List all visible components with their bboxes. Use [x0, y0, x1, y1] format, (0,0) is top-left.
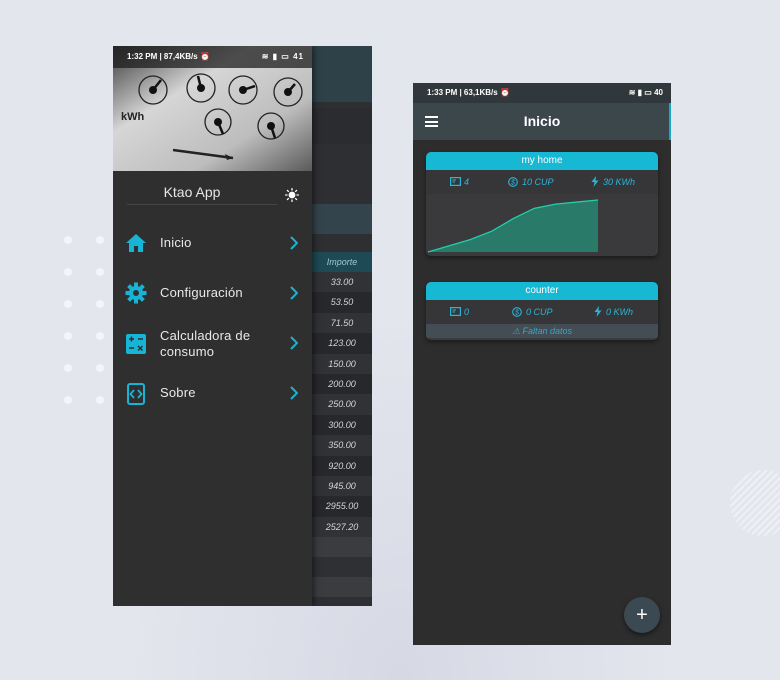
table-cell: 53.50: [312, 292, 372, 313]
status-bar: 1:32 PM | 87,4KB/s ⏰ ≋ ▮ ▭ 41: [113, 46, 312, 68]
card-stats: 0 $ 0 CUP 0 KWh: [426, 300, 658, 324]
meter-icon: [450, 307, 461, 316]
wifi-icon: ≋: [261, 52, 270, 61]
warning-text: Faltan datos: [522, 326, 573, 336]
chevron-right-icon: [290, 386, 298, 400]
meter-card-counter[interactable]: counter 0 $ 0 CUP 0 KWh ⚠ Faltan datos: [426, 282, 658, 340]
chevron-right-icon: [290, 286, 298, 300]
code-icon: [127, 383, 145, 405]
svg-text:$: $: [514, 310, 519, 317]
right-phone-screen: 1:33 PM | 63,1KB/s ⏰ ≋ ▮ ▭ 40 Inicio my …: [413, 83, 671, 645]
app-bar: Inicio: [413, 103, 671, 140]
menu-item-configuracion[interactable]: Configuración: [113, 273, 312, 313]
bolt-icon: [591, 176, 599, 187]
dollar-icon: $: [508, 177, 518, 187]
table-cell: 200.00: [312, 373, 372, 395]
decorative-circle: [730, 470, 780, 536]
gear-icon: [125, 282, 147, 304]
wifi-icon: ≋: [628, 88, 636, 97]
left-phone-screen: Importe 33.00 53.50 71.50 123.00 150.00 200.0…: [113, 46, 372, 606]
menu-item-inicio[interactable]: Inicio: [113, 223, 312, 263]
sun-icon[interactable]: [285, 188, 299, 202]
signal-icon: ▮: [637, 88, 643, 97]
battery-icon: ▭: [281, 52, 290, 61]
signal-icon: ▮: [272, 52, 279, 61]
drawer-header-image: kWh 1:32 PM | 87,4KB/s ⏰ ≋ ▮ ▭ 41: [113, 46, 312, 171]
status-time: 1:32 PM | 87,4KB/s ⏰: [127, 52, 210, 61]
table-header: Importe: [312, 252, 372, 272]
warning-icon: ⚠: [511, 326, 521, 336]
menu-item-label: Sobre: [160, 385, 196, 400]
status-icons: ≋ ▮ ▭ 40: [629, 83, 663, 103]
status-time: 1:33 PM | 63,1KB/s ⏰: [427, 88, 510, 97]
table-row: [312, 557, 372, 578]
consumption-chart: [426, 194, 658, 256]
drawer-divider: [127, 204, 277, 205]
card-stats: 4 $ 10 CUP 30 KWh: [426, 170, 658, 194]
home-icon: [126, 234, 146, 252]
menu-item-sobre[interactable]: Sobre: [113, 373, 312, 413]
table-cell: 945.00: [312, 475, 372, 497]
table-cell: 920.00: [312, 455, 372, 476]
missing-data-warning: ⚠ Faltan datos: [426, 324, 658, 338]
page-title: Inicio: [523, 113, 561, 129]
battery-icon: ▭: [644, 88, 652, 97]
svg-text:$: $: [510, 180, 515, 187]
battery-level: 41: [293, 52, 304, 61]
table-cell: 150.00: [312, 353, 372, 374]
table-cell: 71.50: [312, 312, 372, 334]
menu-item-label: Configuración: [160, 285, 243, 300]
table-cell: 2955.00: [312, 496, 372, 517]
table-cell: 300.00: [312, 414, 372, 436]
dollar-icon: $: [512, 307, 522, 317]
table-cell: 250.00: [312, 394, 372, 415]
status-bar: 1:33 PM | 63,1KB/s ⏰ ≋ ▮ ▭ 40: [413, 83, 671, 103]
menu-item-calculadora[interactable]: Calculadora de consumo: [113, 323, 312, 363]
table-row: [312, 537, 372, 558]
chevron-right-icon: [290, 236, 298, 250]
meter-card-my-home[interactable]: my home 4 $ 10 CUP 30 KWh: [426, 152, 658, 256]
app-name: Ktao App: [163, 184, 221, 200]
background-table: Importe 33.00 53.50 71.50 123.00 150.00 200.0…: [312, 252, 372, 598]
calculator-icon: [126, 334, 146, 354]
add-button[interactable]: +: [624, 597, 660, 633]
table-cell: 123.00: [312, 333, 372, 354]
table-cell: 33.00: [312, 272, 372, 293]
table-cell: 2527.20: [312, 516, 372, 538]
card-title: counter: [426, 282, 658, 300]
menu-item-label: Calculadora de consumo: [160, 328, 251, 359]
table-cell: 350.00: [312, 435, 372, 456]
table-row: [312, 577, 372, 598]
menu-item-label: Inicio: [160, 235, 192, 250]
chevron-right-icon: [290, 336, 298, 350]
battery-level: 40: [654, 88, 663, 97]
navigation-drawer: kWh 1:32 PM | 87,4KB/s ⏰ ≋ ▮ ▭ 41 Ktao A…: [113, 46, 312, 606]
card-title: my home: [426, 152, 658, 170]
status-icons: ≋ ▮ ▭ 41: [262, 46, 304, 68]
meter-icon: [450, 177, 461, 186]
svg-text:kWh: kWh: [121, 111, 145, 123]
bolt-icon: [594, 306, 602, 317]
menu-icon[interactable]: [425, 116, 438, 127]
